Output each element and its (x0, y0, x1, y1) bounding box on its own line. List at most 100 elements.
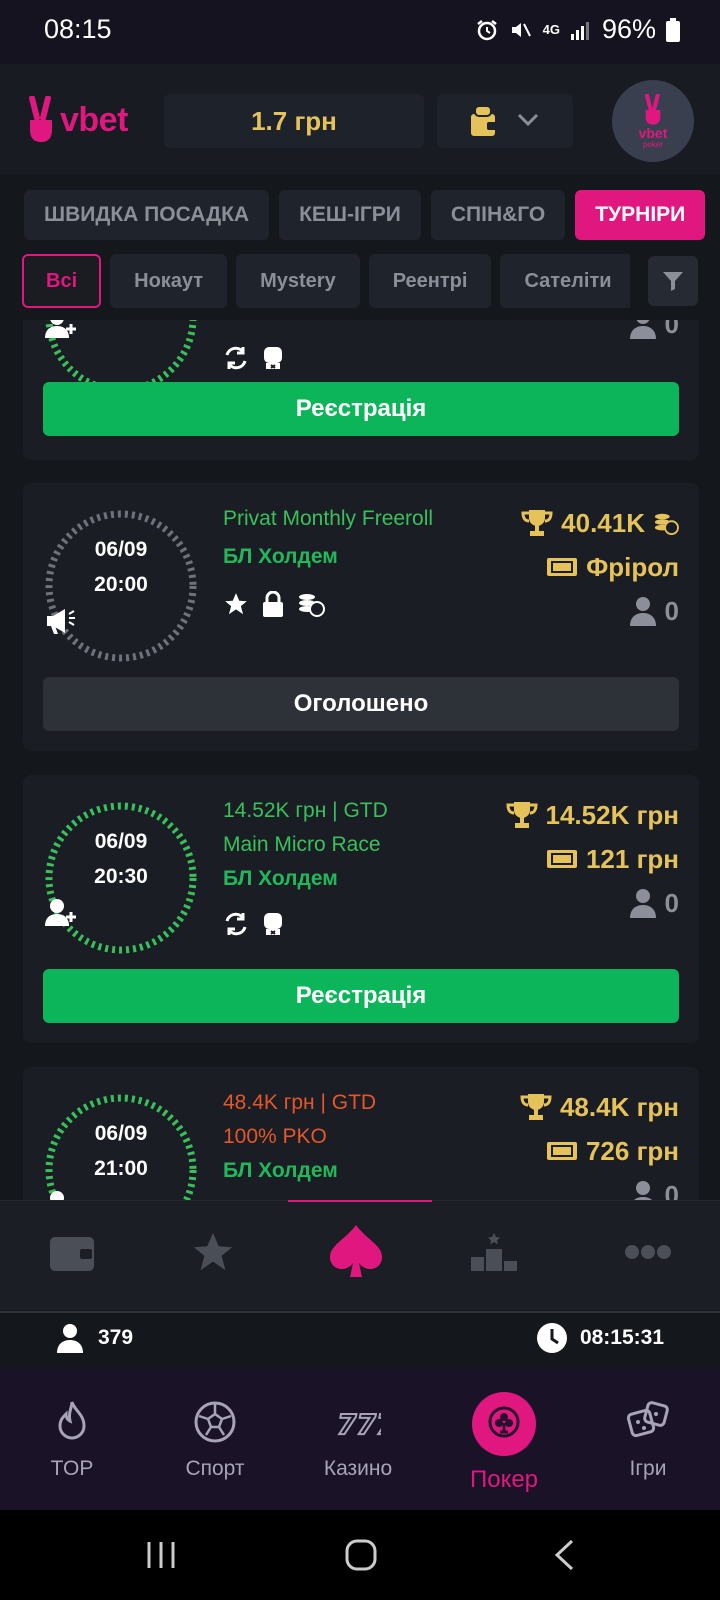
tournament-card[interactable]: 06/09 21:00 48.4K грн | GTD 100% PKO БЛ … (23, 1067, 699, 1200)
tournament-name: Main Micro Race (223, 833, 381, 856)
battery-icon (666, 17, 680, 42)
poker-lobby-button[interactable] (326, 1222, 386, 1282)
more-dots-icon (625, 1245, 671, 1259)
avatar-sub: poker (642, 139, 663, 149)
tab-cash-games[interactable]: КЕШ-ІГРИ (279, 190, 421, 240)
filter-knockout[interactable]: Нокаут (110, 254, 228, 308)
more-button[interactable] (618, 1222, 678, 1282)
tournament-card[interactable]: 06/09 20:30 14.52K грн | GTD Main Micro … (23, 775, 699, 1043)
buy-in: Фрірол (521, 545, 679, 589)
logo-text: vbet (60, 100, 128, 139)
dice-icon (626, 1401, 669, 1438)
filter-reentry[interactable]: Реентрі (368, 254, 492, 308)
filter-button[interactable] (648, 256, 698, 306)
trophy-icon (521, 510, 553, 536)
slots-777-icon: 777 (336, 1407, 397, 1442)
status-time: 08:15 (44, 14, 112, 44)
knockout-glove-icon (264, 913, 282, 935)
victory-hand-icon (29, 96, 52, 142)
nav-poker[interactable] (472, 1392, 536, 1456)
rebuy-icon (225, 346, 247, 370)
register-button[interactable]: Реєстрація (43, 382, 679, 436)
buy-in: 726 грн (520, 1129, 679, 1173)
announced-button[interactable]: Оголошено (43, 677, 679, 731)
star-icon (225, 593, 247, 615)
tab-quick-seat[interactable]: ШВИДКА ПОСАДКА (24, 190, 270, 240)
trophy-icon (506, 802, 538, 828)
user-icon (629, 597, 656, 626)
players-count: 0 (506, 881, 679, 925)
lock-icon (263, 591, 283, 617)
tournament-name: Privat Monthly Freeroll (223, 507, 434, 530)
wallet-coin-icon (471, 105, 497, 136)
user-icon (633, 1181, 652, 1200)
avatar-brand: vbet (638, 124, 668, 141)
vbet-logo[interactable]: vbet (26, 96, 128, 144)
tournament-time: 20:30 (94, 865, 148, 888)
tournament-card[interactable]: 06/09 20:00 Privat Monthly Freeroll БЛ Х… (23, 483, 699, 751)
announcement-megaphone-icon (47, 609, 75, 634)
guaranteed-prize: 14.52K грн | GTD (223, 799, 388, 822)
victory-hand-icon (645, 93, 661, 125)
tournament-date: 06/09 (94, 830, 148, 853)
nav-games[interactable]: Ігри (588, 1400, 708, 1481)
nav-casino[interactable]: 777 Казино (298, 1400, 418, 1481)
svg-text:777: 777 (337, 1408, 381, 1441)
balance-display[interactable]: 1.7 грн (164, 94, 424, 148)
buy-in: 121 грн (506, 837, 679, 881)
knockout-glove-icon (264, 347, 282, 369)
add-user-icon (45, 320, 76, 338)
chips-coin-icon (654, 513, 679, 535)
tab-tournaments[interactable]: ТУРНІРИ (575, 190, 706, 240)
prize-pool: 14.52K грн (506, 793, 679, 837)
timer-ring: 06/09 20:00 (43, 508, 199, 664)
leaderboard-button[interactable] (464, 1222, 524, 1282)
tournament-name: 100% PKO (223, 1125, 327, 1148)
ticket-icon (547, 558, 578, 576)
chevron-down-icon (517, 113, 539, 127)
wallet-icon (50, 1237, 94, 1271)
filter-satellites[interactable]: Сателіти (500, 254, 636, 308)
back-icon[interactable] (552, 1538, 576, 1572)
tournament-time: 20:00 (94, 573, 148, 596)
ticket-icon (546, 1142, 577, 1160)
timer-ring: 06/09 21:00 (43, 1092, 199, 1200)
tab-spin-go[interactable]: СПІН&ГО (430, 190, 566, 240)
leaderboard-icon (471, 1233, 517, 1271)
user-icon (57, 1324, 83, 1353)
register-button[interactable]: Реєстрація (43, 969, 679, 1023)
recents-icon[interactable] (145, 1540, 177, 1570)
guaranteed-prize: 48.4K грн | GTD (223, 1091, 377, 1114)
tournament-list[interactable]: 0 Реєстрація 06/09 20:00 Privat Monthly … (0, 320, 720, 1200)
filter-all[interactable]: Всі (22, 254, 102, 308)
spade-icon (330, 1225, 382, 1277)
user-icon (629, 320, 656, 339)
online-count: 379 (98, 1326, 134, 1349)
players-count: 0 (521, 589, 679, 633)
battery-percent: 96% (601, 14, 656, 44)
cashier-button[interactable] (42, 1222, 102, 1282)
game-type-tabs: ШВИДКА ПОСАДКА КЕШ-ІГРИ СПІН&ГО ТУРНІРИ (24, 190, 706, 240)
favorites-button[interactable] (183, 1222, 243, 1282)
add-user-icon (50, 1191, 64, 1200)
poker-club-icon (488, 1406, 520, 1438)
timer-ring: 06/09 20:30 (43, 800, 199, 956)
avatar[interactable]: vbet poker (612, 80, 694, 162)
game-type: БЛ Холдем (223, 545, 338, 568)
add-user-icon (45, 899, 76, 926)
players-count: 0 (629, 320, 679, 346)
ticket-icon (546, 850, 577, 868)
currency-selector[interactable] (437, 94, 573, 148)
home-icon[interactable] (344, 1538, 378, 1572)
nav-top[interactable]: TOP (12, 1400, 132, 1481)
user-icon (629, 889, 656, 918)
nav-sport[interactable]: Спорт (155, 1400, 275, 1481)
filter-mystery[interactable]: Mystery (236, 254, 360, 308)
tournament-filters: Всі Нокаут Mystery Реентрі Сателіти (22, 254, 636, 308)
tournament-card[interactable]: 0 Реєстрація (23, 320, 699, 460)
prize-pool: 40.41K (521, 501, 679, 545)
game-type: БЛ Холдем (223, 867, 338, 890)
online-players: 379 (56, 1322, 133, 1354)
clock-time: 08:15:31 (579, 1326, 664, 1349)
flame-icon (58, 1401, 86, 1440)
